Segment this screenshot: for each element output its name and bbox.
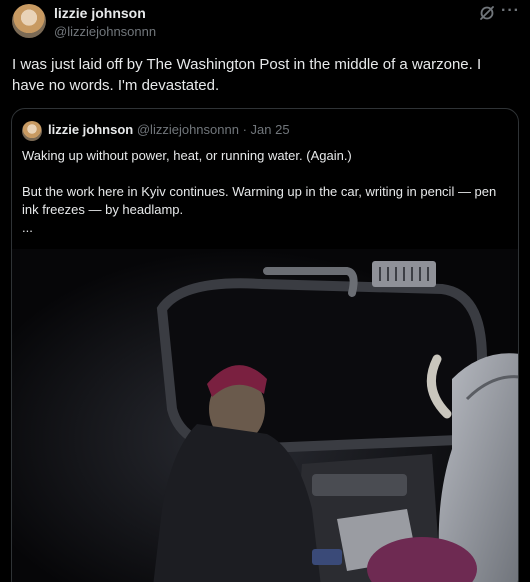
quote-author-handle: @lizziejohnsonnn (136, 122, 239, 137)
quote-photo[interactable] (12, 249, 518, 582)
quote-author-name: lizzie johnson (48, 122, 134, 137)
quote-separator: · (242, 122, 247, 137)
author-handle[interactable]: @lizziejohnsonnn (54, 24, 156, 39)
tweet-text: I was just laid off by The Washington Po… (12, 56, 482, 94)
quote-line-1: Waking up without power, heat, or runnin… (22, 148, 352, 163)
car-interior-photo (12, 249, 518, 582)
author-name[interactable]: lizzie johnson (54, 5, 146, 21)
quote-text: Waking up without power, heat, or runnin… (22, 147, 512, 237)
quote-header: lizzie johnson @lizziejohnsonnn · Jan 25 (48, 122, 290, 137)
more-options-icon[interactable]: ··· (501, 2, 520, 20)
quoted-tweet[interactable]: lizzie johnson @lizziejohnsonnn · Jan 25… (11, 108, 519, 582)
quote-line-2: But the work here in Kyiv continues. War… (22, 184, 497, 217)
quote-avatar (22, 121, 42, 141)
quote-line-3: ... (22, 220, 33, 235)
quote-date[interactable]: Jan 25 (251, 122, 290, 137)
author-avatar[interactable] (12, 4, 46, 38)
grok-icon[interactable] (478, 4, 496, 22)
